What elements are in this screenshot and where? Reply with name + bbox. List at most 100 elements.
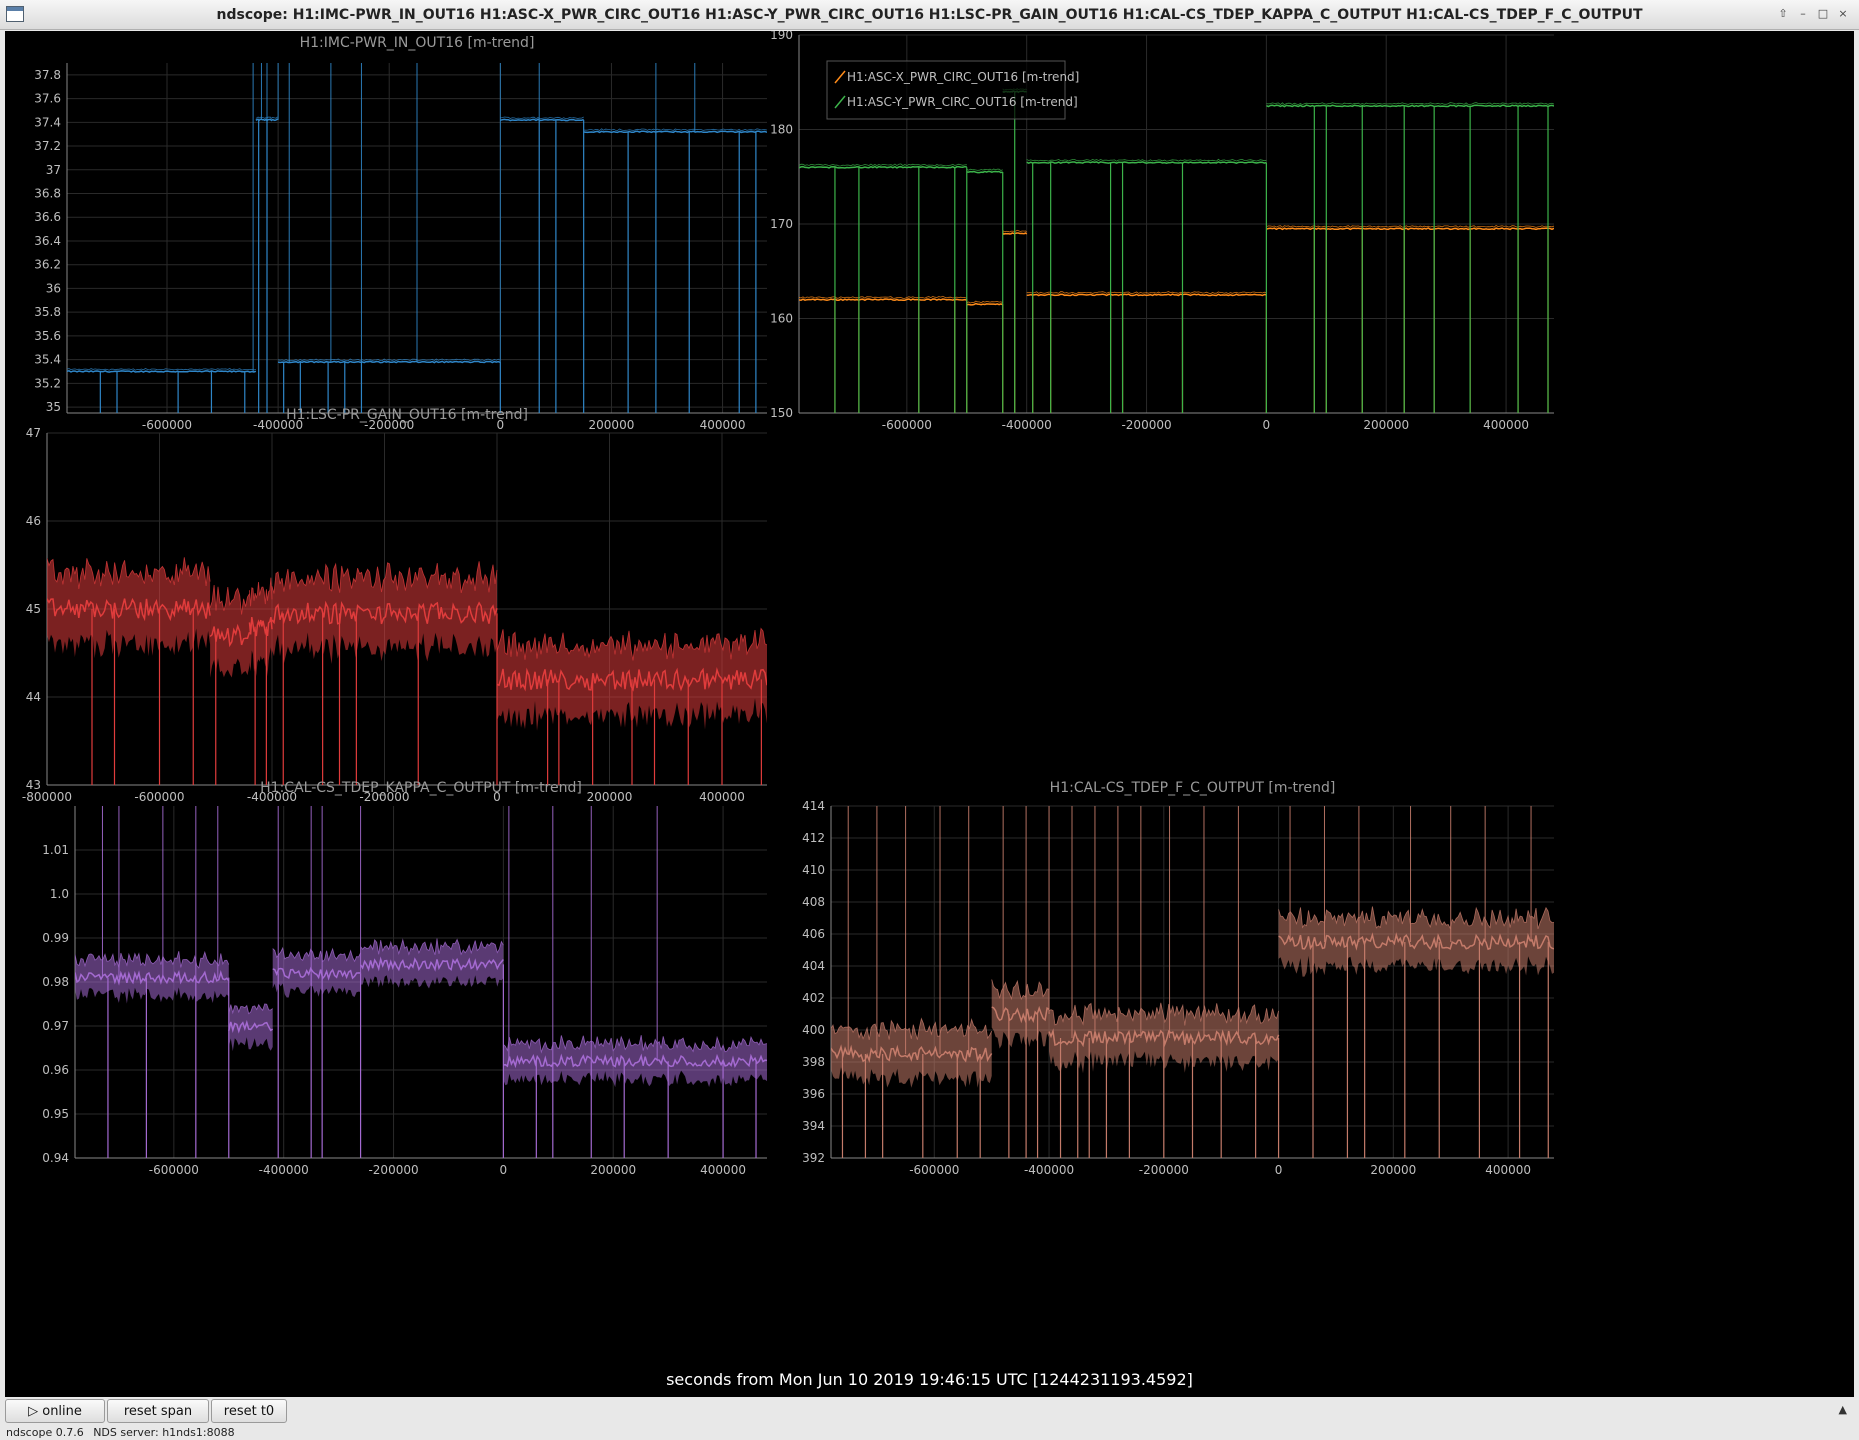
y-tick-label: 0.99 bbox=[42, 931, 69, 945]
expand-arrow-icon[interactable]: ▲ bbox=[1839, 1403, 1847, 1416]
y-tick-label: 400 bbox=[802, 1023, 825, 1037]
envelope-line bbox=[1266, 225, 1554, 228]
plot-title: H1:LSC-PR_GAIN_OUT16 [m-trend] bbox=[286, 407, 528, 423]
x-tick-label: -600000 bbox=[142, 418, 192, 432]
y-tick-label: 414 bbox=[802, 799, 825, 813]
y-tick-label: 1.0 bbox=[50, 887, 69, 901]
y-tick-label: 35.6 bbox=[34, 329, 61, 343]
plot-title: H1:IMC-PWR_IN_OUT16 [m-trend] bbox=[300, 35, 535, 51]
legend-label: H1:ASC-Y_PWR_CIRC_OUT16 [m-trend] bbox=[847, 95, 1078, 109]
toolbar: ▷ online reset span reset t0 ▲ bbox=[0, 1397, 1859, 1425]
x-tick-label: 400000 bbox=[700, 418, 746, 432]
y-tick-label: 190 bbox=[770, 31, 793, 42]
x-tick-label: -200000 bbox=[368, 1163, 418, 1177]
y-tick-label: 35 bbox=[46, 400, 61, 414]
noise-band bbox=[503, 1035, 767, 1088]
plots-canvas: -600000 -400000 -200000 0 200000 400000 35 35.2… bbox=[22, 31, 1554, 1177]
y-tick-label: 394 bbox=[802, 1119, 825, 1133]
envelope-line bbox=[1266, 102, 1554, 106]
y-tick-label: 406 bbox=[802, 927, 825, 941]
y-tick-label: 37 bbox=[46, 163, 61, 177]
y-tick-label: 0.97 bbox=[42, 1019, 69, 1033]
series-1 bbox=[831, 806, 1554, 1158]
y-tick-label: 0.94 bbox=[42, 1151, 69, 1165]
x-tick-label: -600000 bbox=[134, 790, 184, 804]
x-tick-label: -600000 bbox=[149, 1163, 199, 1177]
minimize-icon[interactable]: – bbox=[1795, 6, 1811, 22]
envelope-line bbox=[966, 168, 1003, 171]
y-tick-label: 35.8 bbox=[34, 305, 61, 319]
x-tick-label: -400000 bbox=[1002, 418, 1052, 432]
y-tick-label: 404 bbox=[802, 959, 825, 973]
plot-title: H1:CAL-CS_TDEP_F_C_OUTPUT [m-trend] bbox=[1050, 780, 1336, 796]
y-tick-label: 1.01 bbox=[42, 843, 69, 857]
y-tick-label: 44 bbox=[26, 690, 41, 704]
maximize-icon[interactable]: □ bbox=[1815, 6, 1831, 22]
y-tick-label: 35.2 bbox=[34, 376, 61, 390]
noise-band bbox=[991, 979, 1049, 1049]
trace-line bbox=[1266, 227, 1554, 231]
plot-5: -600000 -400000 -200000 0 200000 400000 392 394… bbox=[802, 780, 1554, 1177]
envelope-line bbox=[67, 368, 256, 371]
close-icon[interactable]: × bbox=[1835, 6, 1851, 22]
reset-span-button[interactable]: reset span bbox=[107, 1399, 209, 1423]
plot-data bbox=[47, 557, 767, 785]
series-2 bbox=[799, 88, 1554, 413]
legend-label: H1:ASC-X_PWR_CIRC_OUT16 [m-trend] bbox=[847, 70, 1079, 84]
plot-data bbox=[799, 88, 1554, 413]
x-tick-label: 0 bbox=[500, 1163, 508, 1177]
x-tick-label: 200000 bbox=[590, 1163, 636, 1177]
y-tick-label: 398 bbox=[802, 1055, 825, 1069]
plot-1: -600000 -400000 -200000 0 200000 4000003535.2… bbox=[34, 35, 767, 432]
x-tick-label: -400000 bbox=[259, 1163, 309, 1177]
x-tick-label: 0 bbox=[1275, 1163, 1283, 1177]
x-tick-label: -400000 bbox=[1024, 1163, 1074, 1177]
nds-server-label: NDS server: h1nds1:8088 bbox=[93, 1426, 235, 1439]
y-tick-label: 412 bbox=[802, 831, 825, 845]
up-icon[interactable]: ⇧ bbox=[1775, 6, 1791, 22]
y-tick-label: 36.8 bbox=[34, 187, 61, 201]
plot-data bbox=[67, 63, 767, 413]
online-button[interactable]: ▷ online bbox=[5, 1399, 105, 1423]
y-tick-label: 180 bbox=[770, 123, 793, 137]
y-tick-label: 37.8 bbox=[34, 68, 61, 82]
x-axis-label: seconds from Mon Jun 10 2019 19:46:15 UT… bbox=[666, 1370, 1193, 1389]
envelope-line bbox=[799, 163, 967, 167]
x-tick-label: 400000 bbox=[700, 1163, 746, 1177]
x-tick-label: 400000 bbox=[699, 790, 745, 804]
y-tick-label: 37.4 bbox=[34, 115, 61, 129]
y-tick-label: 408 bbox=[802, 895, 825, 909]
trace-line bbox=[966, 302, 1004, 306]
y-tick-label: 36 bbox=[46, 281, 61, 295]
y-tick-label: 45 bbox=[26, 602, 41, 616]
x-tick-label: 200000 bbox=[589, 418, 635, 432]
y-tick-label: 402 bbox=[802, 991, 825, 1005]
y-tick-label: 392 bbox=[802, 1151, 825, 1165]
y-tick-label: 43 bbox=[26, 778, 41, 792]
y-tick-label: 150 bbox=[770, 406, 793, 420]
envelope-line bbox=[500, 116, 584, 120]
x-tick-label: -600000 bbox=[909, 1163, 959, 1177]
x-tick-label: 200000 bbox=[1363, 418, 1409, 432]
trace-line bbox=[966, 170, 1003, 174]
y-tick-label: 36.4 bbox=[34, 234, 61, 248]
reset-t0-button[interactable]: reset t0 bbox=[211, 1399, 287, 1423]
x-tick-label: -600000 bbox=[882, 418, 932, 432]
x-tick-label: 400000 bbox=[1483, 418, 1529, 432]
x-tick-label: -200000 bbox=[1139, 1163, 1189, 1177]
y-tick-label: 160 bbox=[770, 312, 793, 326]
y-tick-label: 0.95 bbox=[42, 1107, 69, 1121]
x-tick-label: 400000 bbox=[1485, 1163, 1531, 1177]
envelope-line bbox=[799, 295, 967, 299]
y-tick-label: 36.2 bbox=[34, 258, 61, 272]
x-tick-label: 200000 bbox=[1370, 1163, 1416, 1177]
plot-title: H1:CAL-CS_TDEP_KAPPA_C_OUTPUT [m-trend] bbox=[260, 780, 582, 796]
legend: H1:ASC-X_PWR_CIRC_OUT16 [m-trend] H1:ASC-… bbox=[826, 60, 1079, 120]
plot-4: -600000 -400000 -200000 0 200000 400000 0.94 0.… bbox=[42, 780, 767, 1177]
x-tick-label: -200000 bbox=[1121, 418, 1171, 432]
noise-band bbox=[1278, 906, 1554, 977]
series-1 bbox=[799, 225, 1554, 413]
x-tick-label: 200000 bbox=[587, 790, 633, 804]
plot-data bbox=[831, 806, 1554, 1158]
trace-line bbox=[277, 360, 501, 364]
